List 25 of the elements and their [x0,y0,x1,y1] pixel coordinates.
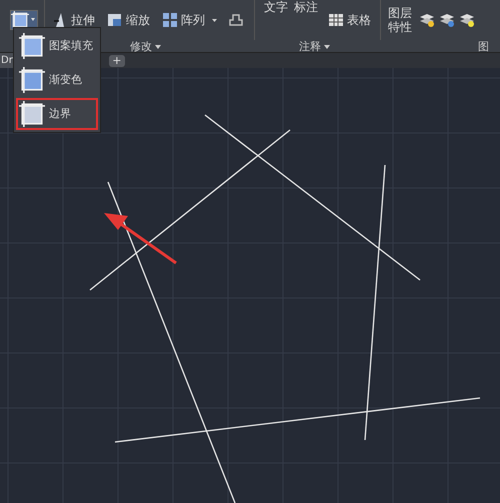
menu-item[interactable]: 边界 [16,98,98,130]
scale-icon [107,12,123,28]
caret-icon [31,18,35,21]
array-icon [162,12,178,28]
ribbon-button[interactable]: 缩放 [104,11,153,29]
panel-label[interactable]: 注释 [299,40,330,53]
ribbon-button[interactable]: 拉伸 [49,11,98,29]
menu-item[interactable]: 渐变色 [16,64,98,96]
hatch-icon [11,11,29,29]
panel-label[interactable]: 修改 [130,40,161,53]
dimension-button[interactable]: 标注 [291,1,321,14]
ribbon-button[interactable]: 阵列 [159,11,220,29]
hatch-icon [19,33,45,59]
layer-on-icon [419,12,435,28]
file-tab[interactable]: Dr [0,53,14,68]
menu-item[interactable]: 图案填充 [16,30,98,62]
table-icon [328,12,344,28]
layer-properties-button[interactable]: 图层特性 [385,6,415,34]
gradient-icon [19,67,45,93]
panel-label[interactable]: 图 [478,40,489,53]
new-tab-button[interactable]: + [108,54,125,66]
table-button[interactable]: 表格 [325,11,374,29]
boundary-icon [19,101,45,127]
annotation-arrow-icon [104,213,177,264]
text-button[interactable]: 文字 [261,1,291,14]
